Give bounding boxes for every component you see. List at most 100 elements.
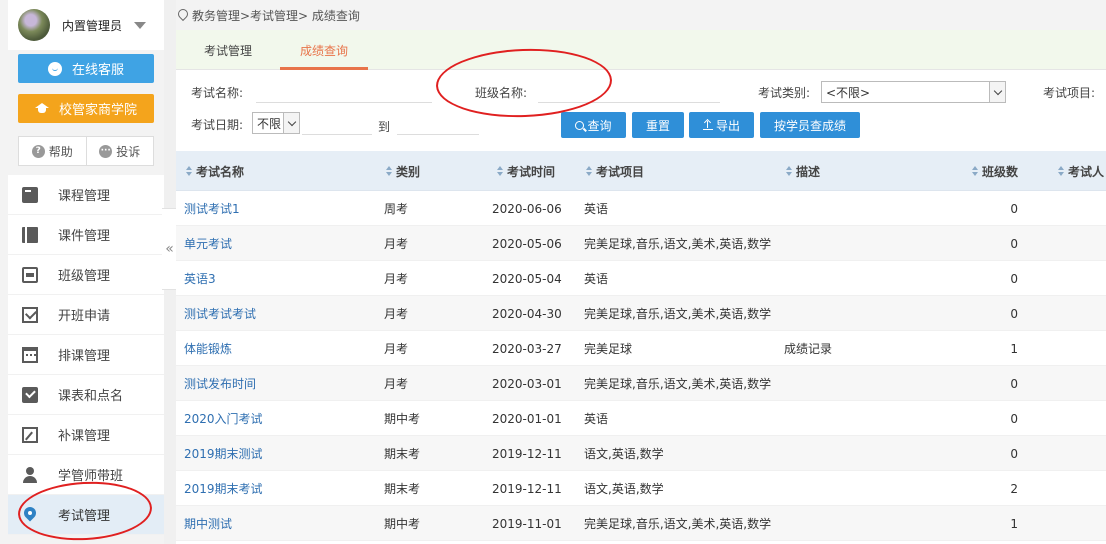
cell-desc (784, 366, 934, 401)
sidebar-item-label: 课程管理 (58, 189, 111, 204)
location-icon (178, 9, 188, 21)
sidebar-item-makeup[interactable]: 补课管理 (8, 415, 164, 455)
export-button[interactable]: 导出 (689, 112, 754, 138)
column-header-type[interactable]: 类别 (386, 151, 420, 191)
table-row[interactable]: 测试考试1 周考 2020-06-06 英语 0 (176, 191, 1106, 226)
sidebar-item-class-apply[interactable]: 开班申请 (8, 295, 164, 335)
help-button[interactable]: ? 帮助 (19, 137, 86, 165)
cell-type: 期末考 (384, 447, 421, 461)
cell-class-count: 0 (1010, 446, 1018, 461)
cell-exam-name[interactable]: 测试考试考试 (184, 296, 374, 331)
sidebar-item-label: 课件管理 (58, 229, 111, 244)
date-to-input[interactable] (397, 113, 479, 135)
online-service-button[interactable]: 在线客服 (18, 54, 154, 83)
cell-class-count: 0 (1010, 236, 1018, 251)
ellipsis-icon: ··· (99, 144, 113, 158)
exam-table: 考试名称 类别 考试时间 考试项目 描述 班级数 考试人 测试考试1 周考 2020… (176, 151, 1106, 541)
query-by-student-button[interactable]: 按学员查成绩 (760, 112, 860, 138)
sidebar-item-class[interactable]: 班级管理 (8, 255, 164, 295)
cell-type: 月考 (384, 342, 409, 356)
reset-label: 重置 (645, 118, 670, 133)
cell-exam-name[interactable]: 2020入门考试 (184, 401, 374, 436)
book-icon (22, 226, 38, 243)
table-row[interactable]: 2019期末测试 期末考 2019-12-11 语文,英语,数学 0 (176, 436, 1106, 471)
cell-exam-name[interactable]: 体能锻炼 (184, 331, 374, 366)
exam-name-label: 考试名称: (191, 86, 244, 100)
double-chevron-left-icon: « (165, 241, 174, 257)
column-header-people[interactable]: 考试人 (1058, 151, 1104, 191)
query-button[interactable]: 查询 (561, 112, 626, 138)
cell-class-count: 2 (1010, 481, 1018, 496)
cell-class-count: 0 (1010, 201, 1018, 216)
cell-desc (784, 471, 934, 506)
cell-class-count: 0 (1010, 306, 1018, 321)
date-from-input[interactable] (302, 113, 372, 135)
column-header-name[interactable]: 考试名称 (186, 151, 244, 191)
breadcrumb-text: 教务管理>考试管理> 成绩查询 (192, 8, 360, 23)
tab-exam-management[interactable]: 考试管理 (192, 30, 264, 70)
tab-label: 考试管理 (203, 43, 252, 58)
tab-score-query[interactable]: 成绩查询 (280, 30, 368, 70)
search-icon (575, 120, 585, 130)
table-row[interactable]: 2020入门考试 期中考 2020-01-01 英语 0 (176, 401, 1106, 436)
user-menu[interactable]: 内置管理员 (8, 0, 164, 50)
cell-exam-name[interactable]: 2019期末测试 (184, 436, 374, 471)
sidebar-item-schedule[interactable]: 排课管理 (8, 335, 164, 375)
caret-down-icon[interactable] (134, 22, 146, 29)
cell-desc (784, 296, 934, 331)
chevron-down-icon (989, 82, 1005, 102)
cell-exam-name[interactable]: 单元考试 (184, 226, 374, 261)
cell-exam-name[interactable]: 英语3 (184, 261, 374, 296)
cell-type: 期中考 (384, 517, 421, 531)
sidebar-item-timetable[interactable]: 课表和点名 (8, 375, 164, 415)
cell-exam-name[interactable]: 测试考试1 (184, 191, 374, 226)
sort-icon (972, 166, 979, 176)
calendar-icon (22, 346, 38, 363)
cell-time: 2019-11-01 (492, 516, 562, 531)
table-row[interactable]: 测试考试考试 月考 2020-04-30 完美足球,音乐,语文,美术,英语,数学 0 (176, 296, 1106, 331)
class-icon (22, 266, 38, 283)
cell-desc (784, 506, 934, 541)
table-row[interactable]: 2019期末考试 期末考 2019-12-11 语文,英语,数学 2 (176, 471, 1106, 506)
table-row[interactable]: 英语3 月考 2020-05-04 英语 0 (176, 261, 1106, 296)
sidebar-item-courseware[interactable]: 课件管理 (8, 215, 164, 255)
help-bar: ? 帮助 ··· 投诉 (18, 136, 154, 166)
reset-button[interactable]: 重置 (632, 112, 684, 138)
header-label: 考试时间 (507, 164, 556, 179)
header-label: 考试项目 (596, 164, 645, 179)
table-row[interactable]: 期中测试 期中考 2019-11-01 完美足球,音乐,语文,美术,英语,数学 1 (176, 506, 1106, 541)
exam-date-label: 考试日期: (191, 118, 244, 132)
table-row[interactable]: 单元考试 月考 2020-05-06 完美足球,音乐,语文,美术,英语,数学 0 (176, 226, 1106, 261)
cell-desc: 成绩记录 (784, 342, 833, 356)
query-label: 查询 (587, 118, 612, 133)
course-icon (22, 186, 38, 203)
column-header-items[interactable]: 考试项目 (586, 151, 644, 191)
cell-exam-name[interactable]: 2019期末考试 (184, 471, 374, 506)
column-header-desc[interactable]: 描述 (786, 151, 820, 191)
exam-name-input[interactable] (256, 81, 432, 103)
cell-items: 英语 (584, 412, 609, 426)
table-row[interactable]: 体能锻炼 月考 2020-03-27 完美足球 成绩记录 1 (176, 331, 1106, 366)
cell-exam-name[interactable]: 期中测试 (184, 506, 374, 541)
complaint-button[interactable]: ··· 投诉 (85, 137, 154, 165)
column-header-classes[interactable]: 班级数 (972, 151, 1018, 191)
academy-button[interactable]: 校管家商学院 (18, 94, 154, 123)
query-by-student-label: 按学员查成绩 (773, 118, 846, 133)
cell-desc (784, 401, 934, 436)
table-row[interactable]: 测试发布时间 月考 2020-03-01 完美足球,音乐,语文,美术,英语,数学 0 (176, 366, 1106, 401)
cell-items: 完美足球,音乐,语文,美术,英语,数学 (584, 377, 772, 391)
date-mode-select[interactable]: 不限 (252, 112, 300, 134)
exam-type-select[interactable]: <不限> (821, 81, 1006, 103)
edit-icon (22, 426, 38, 443)
sidebar-item-course[interactable]: 课程管理 (8, 175, 164, 215)
cell-exam-name[interactable]: 测试发布时间 (184, 366, 374, 401)
cell-items: 语文,英语,数学 (584, 482, 664, 496)
sort-icon (497, 166, 504, 176)
cell-items: 完美足球,音乐,语文,美术,英语,数学 (584, 517, 772, 531)
chevron-down-icon (283, 113, 299, 133)
user-name: 内置管理员 (62, 19, 123, 33)
cell-class-count: 1 (1010, 341, 1018, 356)
avatar (18, 9, 50, 41)
check-icon (22, 386, 38, 403)
column-header-time[interactable]: 考试时间 (497, 151, 555, 191)
